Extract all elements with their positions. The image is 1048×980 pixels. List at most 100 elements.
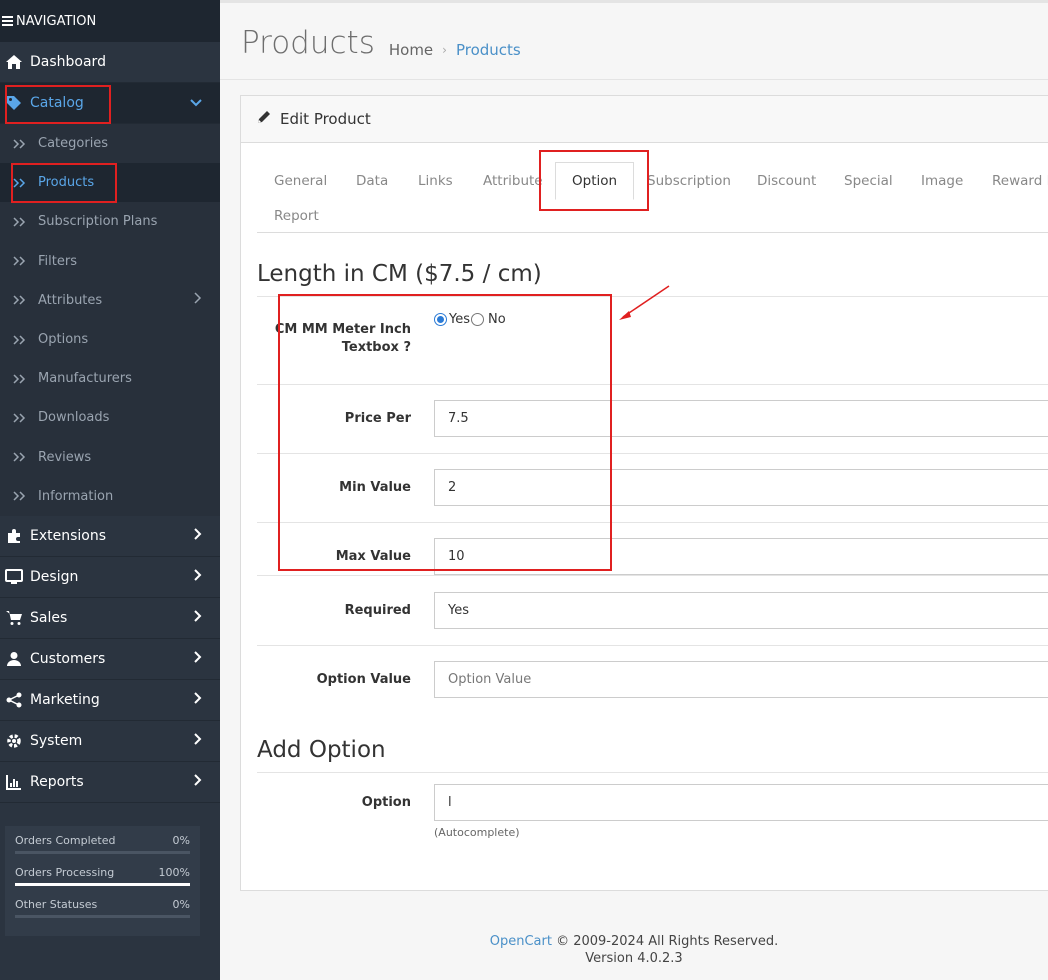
sidebar-item-filters[interactable]: Filters <box>0 241 220 281</box>
double-chevron-icon <box>0 217 38 227</box>
tab-discount[interactable]: Discount <box>757 173 816 189</box>
chart-icon <box>0 774 30 790</box>
progress-bar <box>15 851 190 854</box>
sidebar-item-options[interactable]: Options <box>0 319 220 360</box>
divider <box>257 772 1048 773</box>
card-header: Edit Product <box>241 96 1048 143</box>
sidebar-item-label: Attributes <box>38 292 103 308</box>
double-chevron-icon <box>0 374 38 384</box>
stat-value: 0% <box>172 834 190 847</box>
nav-item-label: Sales <box>30 609 68 626</box>
product-tabs: General Data Links Attribute Option Subs… <box>257 156 1048 233</box>
required-label: Required <box>344 603 411 618</box>
stat-value: 100% <box>158 866 190 879</box>
sidebar-item-downloads[interactable]: Downloads <box>0 398 220 438</box>
page-title: Products <box>241 25 375 61</box>
chevron-down-icon <box>190 95 202 111</box>
stat-label: Orders Processing <box>15 866 115 879</box>
stat-other-statuses: Other Statuses 0% <box>15 898 190 918</box>
chevron-right-icon <box>194 774 202 790</box>
option-value-input[interactable]: Option Value <box>434 661 1048 698</box>
breadcrumb-products[interactable]: Products <box>456 41 521 59</box>
tab-image[interactable]: Image <box>921 173 963 189</box>
nav-item-label: Reports <box>30 773 84 790</box>
add-option-label: Option <box>361 795 411 810</box>
chevron-right-icon <box>194 651 202 667</box>
cart-icon <box>0 610 30 626</box>
order-stats-panel: Orders Completed 0% Orders Processing 100%… <box>5 826 200 936</box>
tab-attribute[interactable]: Attribute <box>483 173 543 189</box>
progress-fill <box>15 883 190 886</box>
add-option-input[interactable]: l <box>434 784 1048 821</box>
nav-item-system[interactable]: System <box>0 721 220 762</box>
sidebar: NAVIGATION Dashboard Catalog Categories … <box>0 0 220 980</box>
autocomplete-help: (Autocomplete) <box>434 826 520 839</box>
nav-item-label: Customers <box>30 650 106 667</box>
chevron-right-icon <box>194 528 202 544</box>
breadcrumb-separator-icon: › <box>442 43 447 57</box>
puzzle-icon <box>0 528 30 544</box>
nav-item-label: Extensions <box>30 527 107 544</box>
tab-links[interactable]: Links <box>418 173 453 189</box>
sidebar-item-information[interactable]: Information <box>0 476 220 516</box>
nav-item-label: Marketing <box>30 691 100 708</box>
chevron-right-icon <box>194 610 202 626</box>
stat-orders-completed: Orders Completed 0% <box>15 834 190 854</box>
stat-label: Orders Completed <box>15 834 116 847</box>
card-title: Edit Product <box>280 110 371 128</box>
chevron-right-icon <box>194 692 202 708</box>
nav-item-reports[interactable]: Reports <box>0 762 220 803</box>
user-icon <box>0 651 30 667</box>
nav-item-label: Dashboard <box>30 54 106 70</box>
stat-value: 0% <box>172 898 190 911</box>
footer-copyright: © 2009-2024 All Rights Reserved. <box>556 934 779 949</box>
tab-report[interactable]: Report <box>274 208 319 224</box>
nav-item-sales[interactable]: Sales <box>0 598 220 639</box>
stat-orders-processing: Orders Processing 100% <box>15 866 190 886</box>
stat-label: Other Statuses <box>15 898 98 911</box>
chevron-right-icon <box>194 569 202 585</box>
tab-data[interactable]: Data <box>356 173 388 189</box>
sidebar-item-manufacturers[interactable]: Manufacturers <box>0 359 220 399</box>
hamburger-icon[interactable] <box>2 14 13 28</box>
opencart-link[interactable]: OpenCart <box>490 934 552 949</box>
chevron-right-icon <box>194 733 202 749</box>
tab-general[interactable]: General <box>274 173 327 189</box>
double-chevron-icon <box>0 491 38 501</box>
nav-item-marketing[interactable]: Marketing <box>0 680 220 721</box>
footer-copyright-line: OpenCart © 2009-2024 All Rights Reserved… <box>220 934 1048 949</box>
page-header: Products Home › Products <box>220 3 1048 80</box>
annotation-box-option-tab <box>539 150 649 211</box>
sidebar-item-reviews[interactable]: Reviews <box>0 437 220 477</box>
tab-special[interactable]: Special <box>844 173 893 189</box>
sidebar-item-label: Manufacturers <box>38 371 132 387</box>
sidebar-item-label: Information <box>38 488 114 504</box>
breadcrumb-home[interactable]: Home <box>389 41 433 59</box>
nav-item-extensions[interactable]: Extensions <box>0 516 220 557</box>
pencil-icon <box>257 110 271 128</box>
sidebar-item-categories[interactable]: Categories <box>0 124 220 164</box>
nav-item-design[interactable]: Design <box>0 557 220 598</box>
nav-item-dashboard[interactable]: Dashboard <box>0 42 220 83</box>
divider <box>257 645 1048 646</box>
footer-version: Version 4.0.2.3 <box>585 951 683 966</box>
tab-reward-points[interactable]: Reward P <box>992 173 1048 189</box>
required-select[interactable]: Yes <box>434 592 1048 629</box>
double-chevron-icon <box>0 413 38 423</box>
chevron-right-icon <box>194 292 202 308</box>
sidebar-item-attributes[interactable]: Attributes <box>0 280 220 320</box>
tab-subscription[interactable]: Subscription <box>647 173 731 189</box>
option-section-title: Length in CM ($7.5 / cm) <box>257 261 542 287</box>
progress-bar <box>15 915 190 918</box>
sidebar-item-label: Subscription Plans <box>38 214 158 230</box>
option-value-label: Option Value <box>316 672 411 687</box>
annotation-arrow-icon <box>619 285 670 320</box>
nav-item-customers[interactable]: Customers <box>0 639 220 680</box>
divider <box>257 575 1048 576</box>
sidebar-item-subscription-plans[interactable]: Subscription Plans <box>0 202 220 242</box>
progress-bar <box>15 883 190 886</box>
nav-header[interactable]: NAVIGATION <box>0 0 220 42</box>
gear-icon <box>0 733 30 749</box>
double-chevron-icon <box>0 452 38 462</box>
main-content: Products Home › Products Edit Product Ge… <box>220 0 1048 980</box>
